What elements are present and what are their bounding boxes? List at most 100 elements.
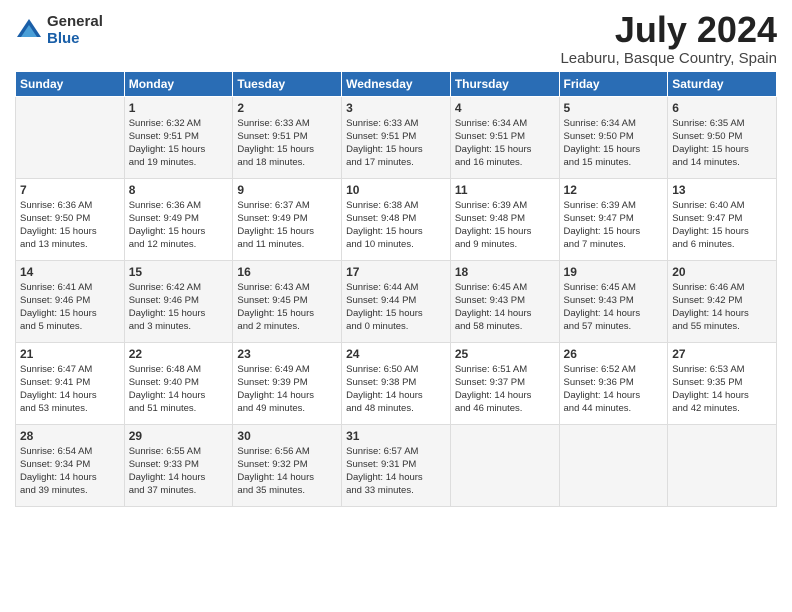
calendar-cell: 5 Sunrise: 6:34 AM Sunset: 9:50 PM Daylig…	[559, 96, 668, 178]
calendar-cell: 25Sunrise: 6:51 AM Sunset: 9:37 PM Dayli…	[450, 342, 559, 424]
cell-text: Sunrise: 6:53 AM Sunset: 9:35 PM Dayligh…	[672, 363, 772, 416]
cell-text: Sunrise: 6:41 AM Sunset: 9:46 PM Dayligh…	[20, 281, 120, 334]
calendar-cell: 3 Sunrise: 6:33 AM Sunset: 9:51 PM Daylig…	[342, 96, 451, 178]
day-number: 12	[564, 183, 664, 197]
cell-text: Sunrise: 6:38 AM Sunset: 9:48 PM Dayligh…	[346, 199, 446, 252]
day-number: 25	[455, 347, 555, 361]
cell-text: Sunrise: 6:34 AM Sunset: 9:51 PM Dayligh…	[455, 117, 555, 170]
cell-text: Sunrise: 6:43 AM Sunset: 9:45 PM Dayligh…	[237, 281, 337, 334]
calendar-cell: 17 Sunrise: 6:44 AM Sunset: 9:44 PM Dayli…	[342, 260, 451, 342]
calendar-cell	[16, 96, 125, 178]
calendar-cell: 8 Sunrise: 6:36 AM Sunset: 9:49 PM Daylig…	[124, 178, 233, 260]
cell-text: Sunrise: 6:32 AM Sunset: 9:51 PM Dayligh…	[129, 117, 229, 170]
calendar-table: SundayMondayTuesdayWednesdayThursdayFrid…	[15, 71, 777, 507]
calendar-cell: 24Sunrise: 6:50 AM Sunset: 9:38 PM Dayli…	[342, 342, 451, 424]
calendar-cell: 21 Sunrise: 6:47 AM Sunset: 9:41 PM Dayli…	[16, 342, 125, 424]
calendar-cell: 13 Sunrise: 6:40 AM Sunset: 9:47 PM Dayli…	[668, 178, 777, 260]
cell-text: Sunrise: 6:35 AM Sunset: 9:50 PM Dayligh…	[672, 117, 772, 170]
day-number: 2	[237, 101, 337, 115]
calendar-cell: 23 Sunrise: 6:49 AM Sunset: 9:39 PM Dayli…	[233, 342, 342, 424]
cell-text: Sunrise: 6:54 AM Sunset: 9:34 PM Dayligh…	[20, 445, 120, 498]
day-number: 5	[564, 101, 664, 115]
calendar-cell: 28 Sunrise: 6:54 AM Sunset: 9:34 PM Dayli…	[16, 424, 125, 506]
cell-text: Sunrise: 6:48 AM Sunset: 9:40 PM Dayligh…	[129, 363, 229, 416]
day-number: 23	[237, 347, 337, 361]
day-number: 9	[237, 183, 337, 197]
weekday-header-saturday: Saturday	[668, 71, 777, 96]
day-number: 16	[237, 265, 337, 279]
cell-text: Sunrise: 6:33 AM Sunset: 9:51 PM Dayligh…	[237, 117, 337, 170]
week-row-0: 1 Sunrise: 6:32 AM Sunset: 9:51 PM Daylig…	[16, 96, 777, 178]
logo: General Blue	[15, 14, 103, 47]
day-number: 3	[346, 101, 446, 115]
day-number: 13	[672, 183, 772, 197]
cell-text: Sunrise: 6:39 AM Sunset: 9:47 PM Dayligh…	[564, 199, 664, 252]
day-number: 24	[346, 347, 446, 361]
day-number: 4	[455, 101, 555, 115]
day-number: 22	[129, 347, 229, 361]
calendar-cell: 10 Sunrise: 6:38 AM Sunset: 9:48 PM Dayli…	[342, 178, 451, 260]
logo-blue-label: Blue	[47, 31, 103, 48]
calendar-cell: 30Sunrise: 6:56 AM Sunset: 9:32 PM Dayli…	[233, 424, 342, 506]
weekday-header-row: SundayMondayTuesdayWednesdayThursdayFrid…	[16, 71, 777, 96]
location: Leaburu, Basque Country, Spain	[560, 50, 777, 67]
cell-text: Sunrise: 6:42 AM Sunset: 9:46 PM Dayligh…	[129, 281, 229, 334]
cell-text: Sunrise: 6:49 AM Sunset: 9:39 PM Dayligh…	[237, 363, 337, 416]
cell-text: Sunrise: 6:34 AM Sunset: 9:50 PM Dayligh…	[564, 117, 664, 170]
cell-text: Sunrise: 6:45 AM Sunset: 9:43 PM Dayligh…	[455, 281, 555, 334]
calendar-cell: 20 Sunrise: 6:46 AM Sunset: 9:42 PM Dayli…	[668, 260, 777, 342]
calendar-cell: 2 Sunrise: 6:33 AM Sunset: 9:51 PM Daylig…	[233, 96, 342, 178]
cell-text: Sunrise: 6:47 AM Sunset: 9:41 PM Dayligh…	[20, 363, 120, 416]
calendar-cell: 7Sunrise: 6:36 AM Sunset: 9:50 PM Daylig…	[16, 178, 125, 260]
cell-text: Sunrise: 6:46 AM Sunset: 9:42 PM Dayligh…	[672, 281, 772, 334]
day-number: 10	[346, 183, 446, 197]
calendar-cell: 15 Sunrise: 6:42 AM Sunset: 9:46 PM Dayli…	[124, 260, 233, 342]
day-number: 7	[20, 183, 120, 197]
calendar-cell	[668, 424, 777, 506]
day-number: 17	[346, 265, 446, 279]
day-number: 18	[455, 265, 555, 279]
cell-text: Sunrise: 6:45 AM Sunset: 9:43 PM Dayligh…	[564, 281, 664, 334]
calendar-cell: 22 Sunrise: 6:48 AM Sunset: 9:40 PM Dayli…	[124, 342, 233, 424]
month-year: July 2024	[560, 10, 777, 50]
cell-text: Sunrise: 6:55 AM Sunset: 9:33 PM Dayligh…	[129, 445, 229, 498]
calendar-cell: 29 Sunrise: 6:55 AM Sunset: 9:33 PM Dayli…	[124, 424, 233, 506]
week-row-1: 7Sunrise: 6:36 AM Sunset: 9:50 PM Daylig…	[16, 178, 777, 260]
day-number: 15	[129, 265, 229, 279]
header: General Blue July 2024 Leaburu, Basque C…	[15, 10, 777, 67]
cell-text: Sunrise: 6:44 AM Sunset: 9:44 PM Dayligh…	[346, 281, 446, 334]
weekday-header-tuesday: Tuesday	[233, 71, 342, 96]
day-number: 29	[129, 429, 229, 443]
day-number: 30	[237, 429, 337, 443]
cell-text: Sunrise: 6:52 AM Sunset: 9:36 PM Dayligh…	[564, 363, 664, 416]
cell-text: Sunrise: 6:33 AM Sunset: 9:51 PM Dayligh…	[346, 117, 446, 170]
logo-icon	[15, 17, 43, 45]
day-number: 11	[455, 183, 555, 197]
weekday-header-friday: Friday	[559, 71, 668, 96]
calendar-cell: 4 Sunrise: 6:34 AM Sunset: 9:51 PM Daylig…	[450, 96, 559, 178]
day-number: 21	[20, 347, 120, 361]
calendar-cell: 19Sunrise: 6:45 AM Sunset: 9:43 PM Dayli…	[559, 260, 668, 342]
logo-text: General Blue	[47, 14, 103, 47]
logo-general-label: General	[47, 14, 103, 31]
day-number: 26	[564, 347, 664, 361]
calendar-cell: 9 Sunrise: 6:37 AM Sunset: 9:49 PM Daylig…	[233, 178, 342, 260]
calendar-cell: 14Sunrise: 6:41 AM Sunset: 9:46 PM Dayli…	[16, 260, 125, 342]
cell-text: Sunrise: 6:37 AM Sunset: 9:49 PM Dayligh…	[237, 199, 337, 252]
calendar-cell: 12 Sunrise: 6:39 AM Sunset: 9:47 PM Dayli…	[559, 178, 668, 260]
week-row-2: 14Sunrise: 6:41 AM Sunset: 9:46 PM Dayli…	[16, 260, 777, 342]
calendar-cell: 18 Sunrise: 6:45 AM Sunset: 9:43 PM Dayli…	[450, 260, 559, 342]
cell-text: Sunrise: 6:36 AM Sunset: 9:49 PM Dayligh…	[129, 199, 229, 252]
day-number: 20	[672, 265, 772, 279]
day-number: 8	[129, 183, 229, 197]
day-number: 28	[20, 429, 120, 443]
calendar-cell: 11 Sunrise: 6:39 AM Sunset: 9:48 PM Dayli…	[450, 178, 559, 260]
calendar-cell: 1 Sunrise: 6:32 AM Sunset: 9:51 PM Daylig…	[124, 96, 233, 178]
cell-text: Sunrise: 6:39 AM Sunset: 9:48 PM Dayligh…	[455, 199, 555, 252]
week-row-4: 28 Sunrise: 6:54 AM Sunset: 9:34 PM Dayli…	[16, 424, 777, 506]
day-number: 1	[129, 101, 229, 115]
cell-text: Sunrise: 6:40 AM Sunset: 9:47 PM Dayligh…	[672, 199, 772, 252]
weekday-header-wednesday: Wednesday	[342, 71, 451, 96]
calendar-cell: 31Sunrise: 6:57 AM Sunset: 9:31 PM Dayli…	[342, 424, 451, 506]
calendar-cell: 6Sunrise: 6:35 AM Sunset: 9:50 PM Daylig…	[668, 96, 777, 178]
